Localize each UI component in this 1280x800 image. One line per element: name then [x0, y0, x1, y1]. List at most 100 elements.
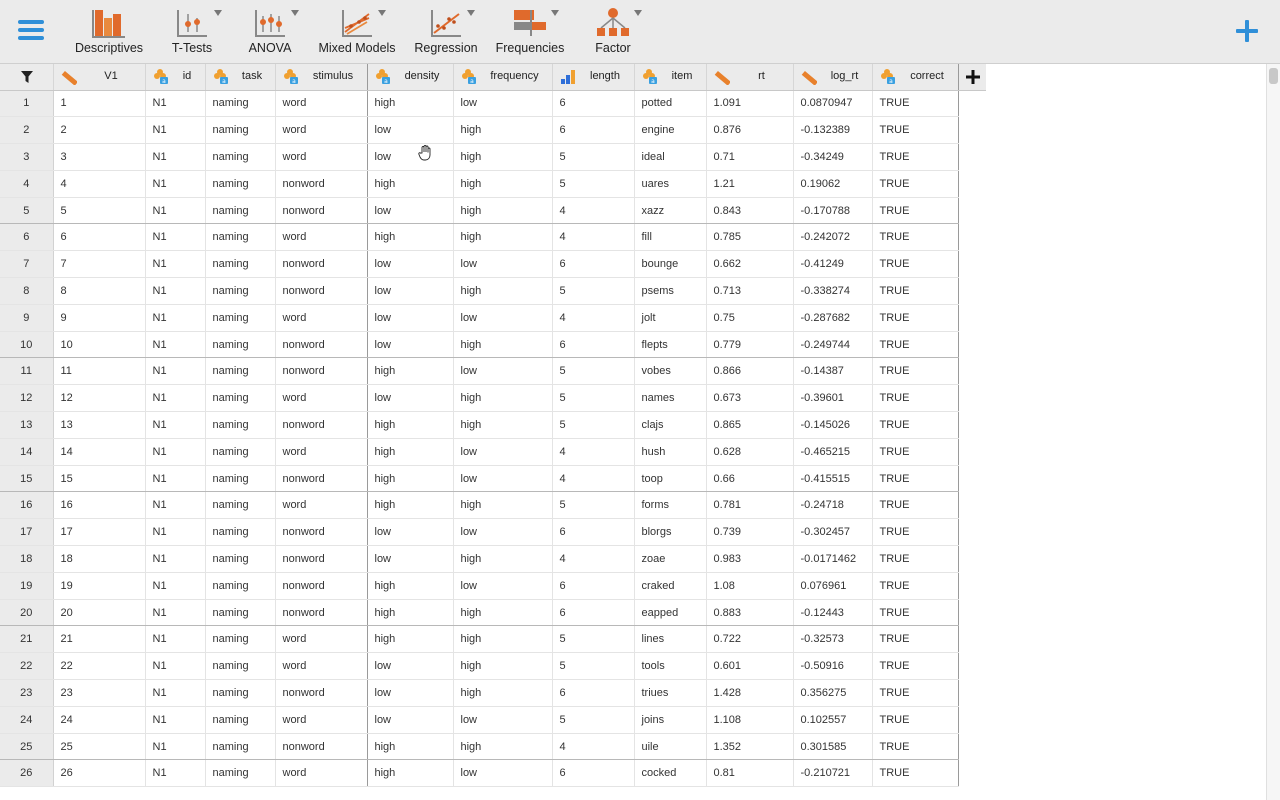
cell-v1[interactable]: 13: [53, 411, 146, 439]
table-row[interactable]: 21 21 N1 naming word high high 5 lines 0.722 -0.32…: [0, 625, 986, 654]
cell-stimulus[interactable]: nonword: [275, 733, 368, 761]
cell-rt[interactable]: 0.628: [706, 438, 794, 466]
cell-stimulus[interactable]: nonword: [275, 357, 368, 386]
cell-log-rt[interactable]: 0.356275: [793, 679, 873, 707]
cell-correct[interactable]: TRUE: [872, 759, 959, 788]
cell-correct[interactable]: TRUE: [872, 116, 959, 145]
cell-id[interactable]: N1: [145, 197, 206, 225]
cell-v1[interactable]: 22: [53, 652, 146, 681]
cell-frequency[interactable]: high: [453, 545, 553, 573]
cell-rt[interactable]: 0.865: [706, 411, 794, 439]
table-row[interactable]: 23 23 N1 naming nonword low high 6 triues 1.428 0.…: [0, 679, 986, 707]
cell-v1[interactable]: 5: [53, 197, 146, 225]
cell-density[interactable]: high: [367, 599, 454, 627]
cell-v1[interactable]: 25: [53, 733, 146, 761]
column-header-density[interactable]: a density: [367, 64, 454, 91]
cell-stimulus[interactable]: nonword: [275, 599, 368, 627]
cell-density[interactable]: high: [367, 572, 454, 600]
cell-density[interactable]: low: [367, 384, 454, 413]
cell-log-rt[interactable]: -0.12443: [793, 599, 873, 627]
cell-stimulus[interactable]: nonword: [275, 250, 368, 279]
cell-stimulus[interactable]: nonword: [275, 277, 368, 305]
cell-task[interactable]: naming: [205, 491, 276, 520]
table-row[interactable]: 17 17 N1 naming nonword low low 6 blorgs 0.739 -0.…: [0, 518, 986, 547]
row-number[interactable]: 10: [0, 331, 54, 359]
cell-length[interactable]: 5: [552, 170, 635, 198]
frequencies-button[interactable]: Frequencies: [490, 4, 570, 60]
table-row[interactable]: 1 1 N1 naming word high low 6 potted 1.091 0.08709…: [0, 90, 986, 118]
cell-log-rt[interactable]: -0.32573: [793, 625, 873, 654]
cell-correct[interactable]: TRUE: [872, 599, 959, 627]
cell-task[interactable]: naming: [205, 90, 276, 118]
table-row[interactable]: 12 12 N1 naming word low high 5 names 0.673 -0.396…: [0, 384, 986, 413]
cell-length[interactable]: 4: [552, 733, 635, 761]
cell-rt[interactable]: 0.722: [706, 625, 794, 654]
cell-stimulus[interactable]: word: [275, 652, 368, 681]
table-row[interactable]: 13 13 N1 naming nonword high high 5 clajs 0.865 -0…: [0, 411, 986, 439]
table-row[interactable]: 6 6 N1 naming word high high 4 fill 0.785 -0.24207…: [0, 223, 986, 252]
table-row[interactable]: 26 26 N1 naming word high low 6 cocked 0.81 -0.210…: [0, 759, 986, 788]
cell-correct[interactable]: TRUE: [872, 331, 959, 359]
row-number[interactable]: 14: [0, 438, 54, 466]
row-number[interactable]: 23: [0, 679, 54, 707]
cell-rt[interactable]: 0.601: [706, 652, 794, 681]
cell-stimulus[interactable]: word: [275, 384, 368, 413]
cell-task[interactable]: naming: [205, 625, 276, 654]
cell-rt[interactable]: 0.866: [706, 357, 794, 386]
column-header-rt[interactable]: rt: [706, 64, 794, 91]
cell-density[interactable]: low: [367, 545, 454, 573]
cell-item[interactable]: ideal: [634, 143, 707, 171]
cell-length[interactable]: 5: [552, 357, 635, 386]
cell-log-rt[interactable]: -0.287682: [793, 304, 873, 332]
cell-stimulus[interactable]: word: [275, 116, 368, 145]
cell-log-rt[interactable]: -0.0171462: [793, 545, 873, 573]
cell-v1[interactable]: 11: [53, 357, 146, 386]
cell-v1[interactable]: 6: [53, 223, 146, 252]
cell-v1[interactable]: 26: [53, 759, 146, 788]
table-row[interactable]: 8 8 N1 naming nonword low high 5 psems 0.713 -0.33…: [0, 277, 986, 305]
cell-stimulus[interactable]: nonword: [275, 170, 368, 198]
cell-length[interactable]: 6: [552, 331, 635, 359]
cell-task[interactable]: naming: [205, 197, 276, 225]
cell-correct[interactable]: TRUE: [872, 518, 959, 547]
cell-log-rt[interactable]: -0.24718: [793, 491, 873, 520]
row-number[interactable]: 9: [0, 304, 54, 332]
table-row[interactable]: 9 9 N1 naming word low low 4 jolt 0.75 -0.287682 TR…: [0, 304, 986, 332]
cell-frequency[interactable]: low: [453, 572, 553, 600]
cell-v1[interactable]: 24: [53, 706, 146, 734]
row-number[interactable]: 22: [0, 652, 54, 681]
cell-task[interactable]: naming: [205, 652, 276, 681]
row-number[interactable]: 7: [0, 250, 54, 279]
cell-v1[interactable]: 17: [53, 518, 146, 547]
cell-stimulus[interactable]: nonword: [275, 572, 368, 600]
cell-item[interactable]: triues: [634, 679, 707, 707]
vertical-scrollbar[interactable]: [1266, 64, 1280, 800]
cell-stimulus[interactable]: nonword: [275, 411, 368, 439]
cell-length[interactable]: 5: [552, 411, 635, 439]
cell-task[interactable]: naming: [205, 331, 276, 359]
cell-task[interactable]: naming: [205, 465, 276, 493]
cell-correct[interactable]: TRUE: [872, 223, 959, 252]
cell-density[interactable]: high: [367, 411, 454, 439]
cell-correct[interactable]: TRUE: [872, 706, 959, 734]
cell-task[interactable]: naming: [205, 438, 276, 466]
cell-task[interactable]: naming: [205, 679, 276, 707]
cell-item[interactable]: clajs: [634, 411, 707, 439]
cell-correct[interactable]: TRUE: [872, 572, 959, 600]
column-header-item[interactable]: a item: [634, 64, 707, 91]
cell-density[interactable]: high: [367, 90, 454, 118]
cell-frequency[interactable]: high: [453, 170, 553, 198]
scrollbar-thumb[interactable]: [1269, 68, 1278, 84]
cell-correct[interactable]: TRUE: [872, 197, 959, 225]
cell-frequency[interactable]: high: [453, 652, 553, 681]
cell-item[interactable]: names: [634, 384, 707, 413]
cell-length[interactable]: 4: [552, 545, 635, 573]
cell-item[interactable]: hush: [634, 438, 707, 466]
cell-log-rt[interactable]: -0.338274: [793, 277, 873, 305]
cell-correct[interactable]: TRUE: [872, 733, 959, 761]
table-row[interactable]: 5 5 N1 naming nonword low high 4 xazz 0.843 -0.170…: [0, 197, 986, 225]
cell-length[interactable]: 5: [552, 491, 635, 520]
cell-correct[interactable]: TRUE: [872, 465, 959, 493]
cell-frequency[interactable]: high: [453, 116, 553, 145]
cell-id[interactable]: N1: [145, 170, 206, 198]
